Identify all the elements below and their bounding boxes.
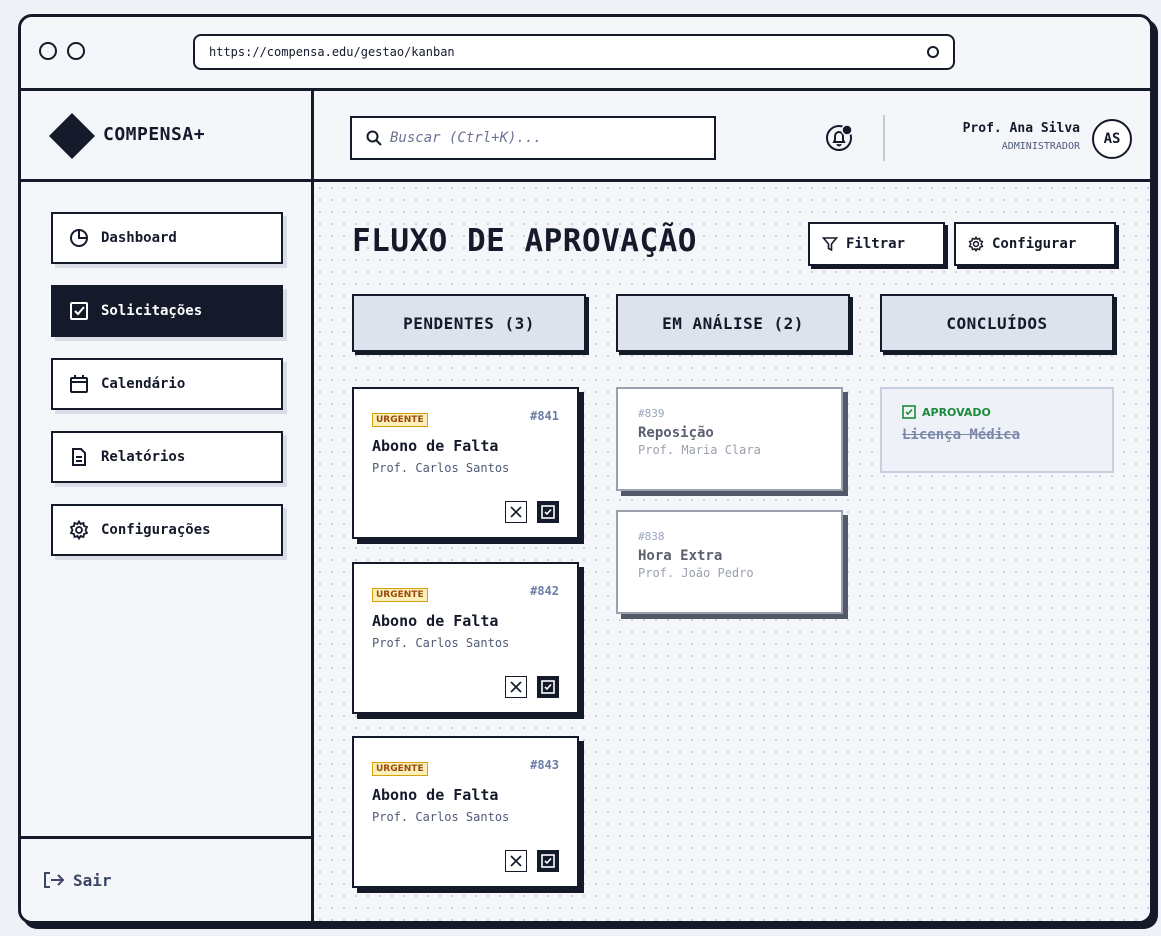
browser-toolbar: https://compensa.edu/gestao/kanban [21,17,1150,91]
request-id: #841 [530,409,559,423]
browser-window: https://compensa.edu/gestao/kanban COMPE… [18,14,1153,924]
completed-card[interactable]: APROVADO Licença Médica [880,387,1114,473]
check-icon [902,405,916,419]
logout-icon [43,871,65,889]
request-teacher: Prof. Carlos Santos [372,810,510,824]
approve-button[interactable] [537,850,559,872]
urgent-badge: URGENTE [372,588,428,602]
reject-button[interactable] [505,676,527,698]
request-card[interactable]: URGENTE #841 Abono de Falta Prof. Carlos… [352,387,579,539]
filter-button[interactable]: Filtrar [808,222,945,266]
address-bar[interactable]: https://compensa.edu/gestao/kanban [193,34,955,70]
urgent-badge: URGENTE [372,762,428,776]
close-icon [510,855,522,867]
configure-button[interactable]: Configurar [954,222,1116,266]
request-title: Abono de Falta [372,786,499,804]
request-id: #843 [530,758,559,772]
window-control-icon[interactable] [67,42,85,60]
window-control-icon[interactable] [39,42,57,60]
sidebar-item-label: Relatórios [101,449,186,465]
checkbox-icon [69,301,89,321]
avatar[interactable]: AS [1092,119,1132,159]
column-header-analysis: EM ANÁLISE (2) [616,294,850,352]
filter-label: Filtrar [846,236,906,252]
sidebar-item-calendario[interactable]: Calendário [51,358,283,410]
approve-button[interactable] [537,501,559,523]
reload-icon[interactable] [927,46,939,58]
urgent-badge: URGENTE [372,413,428,427]
request-title: Hora Extra [638,548,723,564]
request-card[interactable]: URGENTE #842 Abono de Falta Prof. Carlos… [352,562,579,714]
search-input[interactable]: Buscar (Ctrl+K)... [350,116,716,160]
request-teacher: Prof. Carlos Santos [372,461,510,475]
logo-diamond-icon [49,113,95,159]
column-label: EM ANÁLISE (2) [662,313,804,333]
column-header-done: CONCLUÍDOS [880,294,1114,352]
search-icon [366,130,382,146]
column-header-pending: PENDENTES (3) [352,294,586,352]
pie-chart-icon [69,228,89,248]
url-text: https://compensa.edu/gestao/kanban [209,45,455,59]
filter-icon [822,236,838,252]
search-placeholder: Buscar (Ctrl+K)... [390,130,542,146]
request-teacher: Prof. João Pedro [638,566,754,580]
header-divider [883,115,885,161]
request-title: Abono de Falta [372,612,499,630]
sidebar-item-label: Dashboard [101,230,177,246]
logout-label: Sair [73,870,112,890]
sidebar-item-label: Configurações [101,522,211,538]
notification-bell-icon[interactable] [825,123,855,153]
request-card[interactable]: #839 Reposição Prof. Maria Clara [616,387,843,491]
approve-button[interactable] [537,676,559,698]
close-icon [510,506,522,518]
document-icon [69,447,89,467]
sidebar-item-solicitacoes[interactable]: Solicitações [51,285,283,337]
request-id: #842 [530,584,559,598]
user-name: Prof. Ana Silva [962,121,1080,136]
sidebar-item-label: Calendário [101,376,186,392]
request-card[interactable]: #838 Hora Extra Prof. João Pedro [616,510,843,614]
sidebar-item-label: Solicitações [101,303,203,319]
check-icon [541,854,555,868]
status-label: APROVADO [922,405,991,419]
column-label: PENDENTES (3) [403,313,535,333]
close-icon [510,681,522,693]
gear-icon [968,236,984,252]
user-role: ADMINISTRADOR [1001,141,1080,152]
request-teacher: Prof. Maria Clara [638,443,761,457]
brand: COMPENSA+ [21,91,311,182]
reject-button[interactable] [505,501,527,523]
request-id: #838 [638,530,665,543]
sidebar-item-dashboard[interactable]: Dashboard [51,212,283,264]
check-icon [541,680,555,694]
column-label: CONCLUÍDOS [946,313,1048,333]
kanban-main: FLUXO DE APROVAÇÃO Filtrar Configurar PE… [314,182,1150,921]
calendar-icon [69,374,89,394]
request-title: Abono de Falta [372,437,499,455]
logout-button[interactable]: Sair [21,836,311,921]
status-badge: APROVADO [902,405,1092,419]
brand-name: COMPENSA+ [103,124,206,145]
request-title: Reposição [638,425,714,441]
request-title: Licença Médica [902,427,1021,443]
sidebar-nav: Dashboard Solicitações Calendário Relató… [51,212,283,577]
request-card[interactable]: URGENTE #843 Abono de Falta Prof. Carlos… [352,736,579,888]
configure-label: Configurar [992,236,1077,252]
sidebar: COMPENSA+ Dashboard Solicitações Calendá… [21,91,314,921]
check-icon [541,505,555,519]
request-id: #839 [638,407,665,420]
page-title: FLUXO DE APROVAÇÃO [352,223,697,259]
top-header: Buscar (Ctrl+K)... Prof. Ana Silva ADMIN… [314,91,1150,182]
sidebar-item-configuracoes[interactable]: Configurações [51,504,283,556]
request-teacher: Prof. Carlos Santos [372,636,510,650]
gear-icon [69,520,89,540]
sidebar-item-relatorios[interactable]: Relatórios [51,431,283,483]
reject-button[interactable] [505,850,527,872]
